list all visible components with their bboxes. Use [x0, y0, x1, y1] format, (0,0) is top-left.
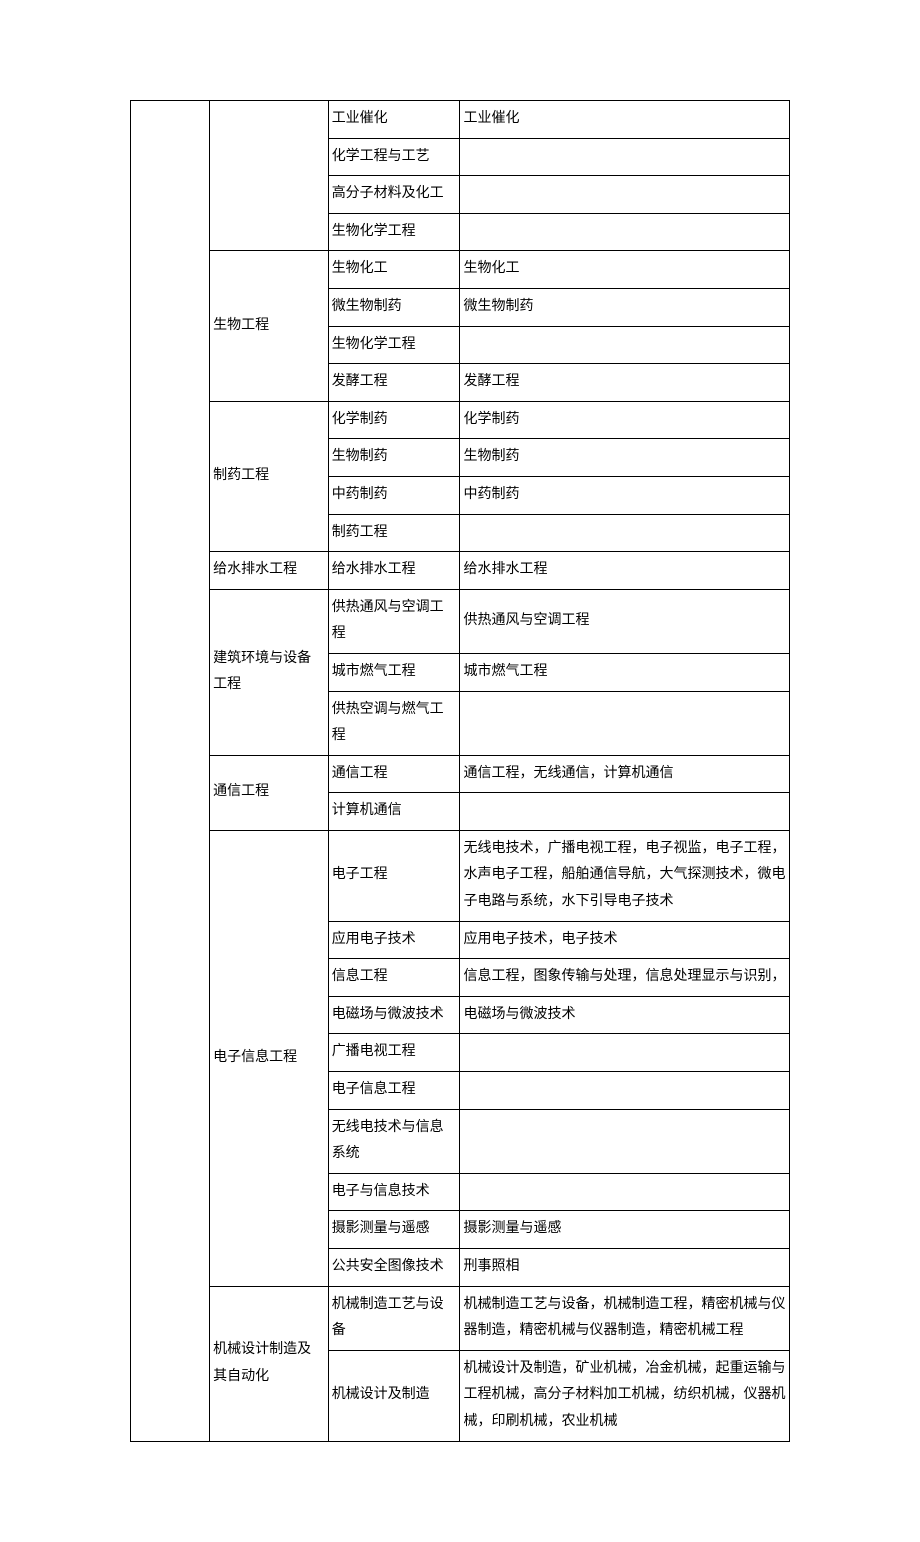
specialty-detail: 生物制药: [460, 439, 790, 477]
category-level-1: [131, 101, 210, 1442]
specialty-detail: [460, 691, 790, 755]
specialty-name: 化学工程与工艺: [328, 138, 460, 176]
category-level-2: 制药工程: [210, 401, 329, 551]
specialty-detail: 工业催化: [460, 101, 790, 139]
category-level-2: 建筑环境与设备工程: [210, 589, 329, 755]
specialty-detail: 供热通风与空调工程: [460, 589, 790, 653]
category-level-2: 生物工程: [210, 251, 329, 401]
specialty-name: 计算机通信: [328, 793, 460, 831]
specialty-name: 信息工程: [328, 959, 460, 997]
specialty-detail: [460, 1173, 790, 1211]
specialty-name: 制药工程: [328, 514, 460, 552]
specialty-name: 给水排水工程: [328, 552, 460, 590]
specialty-detail: [460, 1034, 790, 1072]
table-row: 电子信息工程电子工程无线电技术，广播电视工程，电子视监，电子工程，水声电子工程，…: [131, 830, 790, 921]
category-level-2: 通信工程: [210, 755, 329, 830]
specialty-detail: 发酵工程: [460, 364, 790, 402]
category-level-2: [210, 101, 329, 251]
specialty-detail: 给水排水工程: [460, 552, 790, 590]
specialty-name: 城市燃气工程: [328, 653, 460, 691]
specialty-detail: [460, 138, 790, 176]
specialty-name: 机械设计及制造: [328, 1350, 460, 1441]
specialty-detail: 化学制药: [460, 401, 790, 439]
specialty-detail: [460, 326, 790, 364]
specialty-detail: 电磁场与微波技术: [460, 996, 790, 1034]
specialty-name: 化学制药: [328, 401, 460, 439]
table-row: 给水排水工程给水排水工程给水排水工程: [131, 552, 790, 590]
category-level-2: 机械设计制造及其自动化: [210, 1286, 329, 1441]
specialty-detail: 无线电技术，广播电视工程，电子视监，电子工程，水声电子工程，船舶通信导航，大气探…: [460, 830, 790, 921]
specialty-name: 供热通风与空调工程: [328, 589, 460, 653]
specialty-detail: 通信工程，无线通信，计算机通信: [460, 755, 790, 793]
table-row: 生物工程生物化工生物化工: [131, 251, 790, 289]
specialty-name: 高分子材料及化工: [328, 176, 460, 214]
specialty-name: 通信工程: [328, 755, 460, 793]
specialty-name: 微生物制药: [328, 288, 460, 326]
specialty-detail: [460, 1072, 790, 1110]
specialty-detail: 应用电子技术，电子技术: [460, 921, 790, 959]
specialty-detail: 机械设计及制造，矿业机械，冶金机械，起重运输与工程机械，高分子材料加工机械，纺织…: [460, 1350, 790, 1441]
category-level-2: 电子信息工程: [210, 830, 329, 1286]
specialty-name: 摄影测量与遥感: [328, 1211, 460, 1249]
table-row: 工业催化工业催化: [131, 101, 790, 139]
specialty-detail: 刑事照相: [460, 1249, 790, 1287]
table-row: 建筑环境与设备工程供热通风与空调工程供热通风与空调工程: [131, 589, 790, 653]
specialty-name: 生物制药: [328, 439, 460, 477]
table-row: 制药工程化学制药化学制药: [131, 401, 790, 439]
specialty-name: 机械制造工艺与设备: [328, 1286, 460, 1350]
specialty-name: 应用电子技术: [328, 921, 460, 959]
specialty-name: 电磁场与微波技术: [328, 996, 460, 1034]
category-level-2: 给水排水工程: [210, 552, 329, 590]
specialty-detail: 机械制造工艺与设备，机械制造工程，精密机械与仪器制造，精密机械与仪器制造，精密机…: [460, 1286, 790, 1350]
specialty-name: 生物化工: [328, 251, 460, 289]
specialty-detail: 微生物制药: [460, 288, 790, 326]
specialty-detail: 中药制药: [460, 476, 790, 514]
specialty-detail: 城市燃气工程: [460, 653, 790, 691]
specialty-detail: 摄影测量与遥感: [460, 1211, 790, 1249]
specialty-table: 工业催化工业催化化学工程与工艺高分子材料及化工生物化学工程生物工程生物化工生物化…: [130, 100, 790, 1442]
specialty-detail: [460, 1109, 790, 1173]
specialty-name: 广播电视工程: [328, 1034, 460, 1072]
specialty-name: 供热空调与燃气工程: [328, 691, 460, 755]
specialty-name: 电子与信息技术: [328, 1173, 460, 1211]
specialty-detail: [460, 213, 790, 251]
specialty-name: 生物化学工程: [328, 213, 460, 251]
specialty-name: 工业催化: [328, 101, 460, 139]
specialty-name: 无线电技术与信息系统: [328, 1109, 460, 1173]
specialty-name: 公共安全图像技术: [328, 1249, 460, 1287]
specialty-name: 中药制药: [328, 476, 460, 514]
specialty-name: 电子工程: [328, 830, 460, 921]
specialty-detail: 生物化工: [460, 251, 790, 289]
document-page: 工业催化工业催化化学工程与工艺高分子材料及化工生物化学工程生物工程生物化工生物化…: [0, 0, 920, 1542]
specialty-name: 发酵工程: [328, 364, 460, 402]
specialty-detail: 信息工程，图象传输与处理，信息处理显示与识别，: [460, 959, 790, 997]
table-row: 机械设计制造及其自动化机械制造工艺与设备机械制造工艺与设备，机械制造工程，精密机…: [131, 1286, 790, 1350]
specialty-detail: [460, 793, 790, 831]
specialty-name: 生物化学工程: [328, 326, 460, 364]
specialty-detail: [460, 176, 790, 214]
specialty-name: 电子信息工程: [328, 1072, 460, 1110]
table-row: 通信工程通信工程通信工程，无线通信，计算机通信: [131, 755, 790, 793]
specialty-detail: [460, 514, 790, 552]
